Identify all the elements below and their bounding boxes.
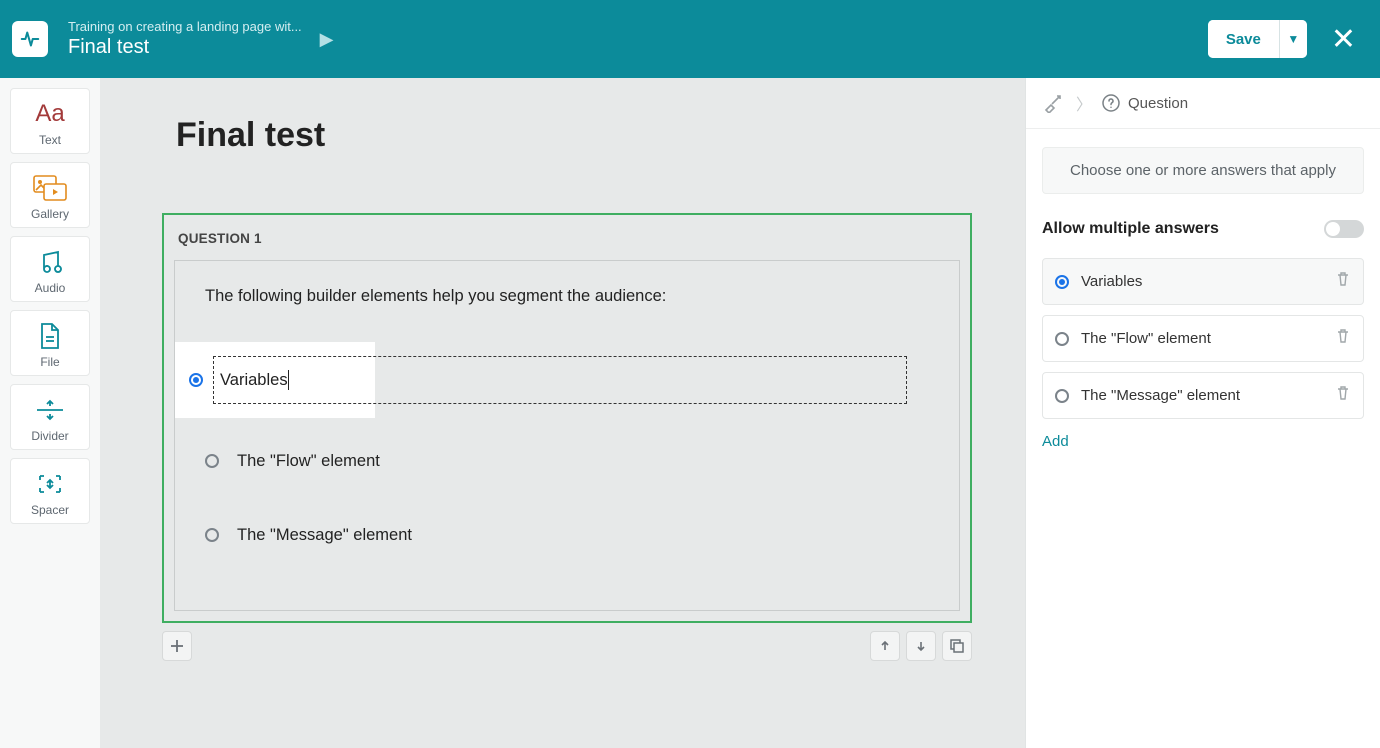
divider-icon (35, 395, 65, 425)
delete-answer-button[interactable] (1335, 328, 1351, 349)
breadcrumb[interactable]: Training on creating a landing page wit.… (68, 19, 302, 34)
option-text: Variables (220, 371, 288, 390)
palette-item-audio[interactable]: Audio (10, 236, 90, 302)
question-prompt[interactable]: The following builder elements help you … (205, 287, 929, 306)
answer-correct-radio[interactable] (1055, 389, 1069, 403)
trash-icon (1335, 328, 1351, 344)
pulse-icon (19, 28, 41, 50)
copy-icon (950, 639, 964, 653)
add-block-button[interactable] (162, 631, 192, 661)
option-radio[interactable] (205, 528, 219, 542)
header-titles: Training on creating a landing page wit.… (68, 19, 302, 59)
question-number-label: QUESTION 1 (164, 215, 970, 260)
answer-item[interactable]: The "Message" element (1042, 372, 1364, 419)
question-body: The following builder elements help you … (174, 260, 960, 611)
trash-icon (1335, 385, 1351, 401)
move-up-button[interactable] (870, 631, 900, 661)
add-answer-link[interactable]: Add (1042, 433, 1069, 450)
answer-text: The "Flow" element (1081, 330, 1323, 347)
duplicate-button[interactable] (942, 631, 972, 661)
option-edit-input[interactable]: Variables (213, 356, 907, 404)
page-title: Final test (68, 36, 302, 59)
palette-item-label: Gallery (31, 207, 69, 221)
panel-body: Choose one or more answers that apply Al… (1026, 129, 1380, 469)
panel-subtitle: Choose one or more answers that apply (1042, 147, 1364, 194)
save-dropdown-button[interactable]: ▼ (1279, 20, 1307, 58)
canvas[interactable]: Final test QUESTION 1 The following buil… (100, 78, 1025, 748)
arrow-up-icon (879, 640, 891, 652)
palette-item-label: Divider (31, 429, 68, 443)
close-button[interactable]: ✕ (1325, 18, 1362, 61)
palette-item-text[interactable]: Aa Text (10, 88, 90, 154)
option-row[interactable]: The "Flow" element (205, 446, 929, 476)
canvas-title: Final test (176, 116, 963, 155)
question-icon (1102, 94, 1120, 112)
palette-item-label: Spacer (31, 503, 69, 517)
gallery-icon (33, 173, 67, 203)
palette-item-gallery[interactable]: Gallery (10, 162, 90, 228)
text-icon: Aa (35, 100, 64, 128)
palette-item-label: File (40, 355, 59, 369)
design-tab-button[interactable] (1040, 90, 1066, 116)
allow-multiple-toggle[interactable] (1324, 220, 1364, 238)
app-logo[interactable] (12, 21, 48, 57)
answer-text: Variables (1081, 273, 1323, 290)
move-down-button[interactable] (906, 631, 936, 661)
plus-icon (170, 639, 184, 653)
answer-text: The "Message" element (1081, 387, 1323, 404)
chevron-right-icon: 〉 (1076, 91, 1092, 115)
properties-panel: 〉 Question Choose one or more answers th… (1025, 78, 1380, 748)
allow-multiple-label: Allow multiple answers (1042, 220, 1219, 238)
arrow-down-icon (915, 640, 927, 652)
delete-answer-button[interactable] (1335, 271, 1351, 292)
palette-item-spacer[interactable]: Spacer (10, 458, 90, 524)
answer-item[interactable]: Variables (1042, 258, 1364, 305)
answer-list: Variables The "Flow" element The "Messag… (1042, 258, 1364, 419)
file-icon (38, 321, 62, 351)
save-button-group: Save ▼ (1208, 20, 1307, 58)
text-caret (288, 370, 289, 390)
option-text: The "Message" element (237, 526, 412, 545)
palette-item-label: Text (39, 133, 61, 147)
question-block[interactable]: QUESTION 1 The following builder element… (162, 213, 972, 623)
save-button[interactable]: Save (1208, 20, 1279, 58)
palette-item-file[interactable]: File (10, 310, 90, 376)
main-area: Aa Text Gallery Audio File Divider (0, 78, 1380, 748)
audio-icon (36, 247, 64, 277)
spacer-icon (36, 469, 64, 499)
tab-label: Question (1128, 95, 1188, 112)
answer-item[interactable]: The "Flow" element (1042, 315, 1364, 362)
allow-multiple-row: Allow multiple answers (1042, 220, 1364, 238)
option-text: The "Flow" element (237, 452, 380, 471)
block-toolbar (162, 631, 972, 661)
delete-answer-button[interactable] (1335, 385, 1351, 406)
trash-icon (1335, 271, 1351, 287)
panel-tabs: 〉 Question (1026, 78, 1380, 129)
design-icon (1043, 93, 1063, 113)
palette-item-divider[interactable]: Divider (10, 384, 90, 450)
option-radio[interactable] (205, 454, 219, 468)
option-row[interactable]: The "Message" element (205, 520, 929, 550)
palette-item-label: Audio (35, 281, 66, 295)
answer-correct-radio[interactable] (1055, 275, 1069, 289)
answer-correct-radio[interactable] (1055, 332, 1069, 346)
option-radio[interactable] (189, 373, 203, 387)
breadcrumb-next-icon[interactable]: ▶ (320, 29, 334, 50)
app-header: Training on creating a landing page wit.… (0, 0, 1380, 78)
question-tab[interactable]: Question (1102, 94, 1188, 112)
element-palette: Aa Text Gallery Audio File Divider (0, 78, 100, 748)
